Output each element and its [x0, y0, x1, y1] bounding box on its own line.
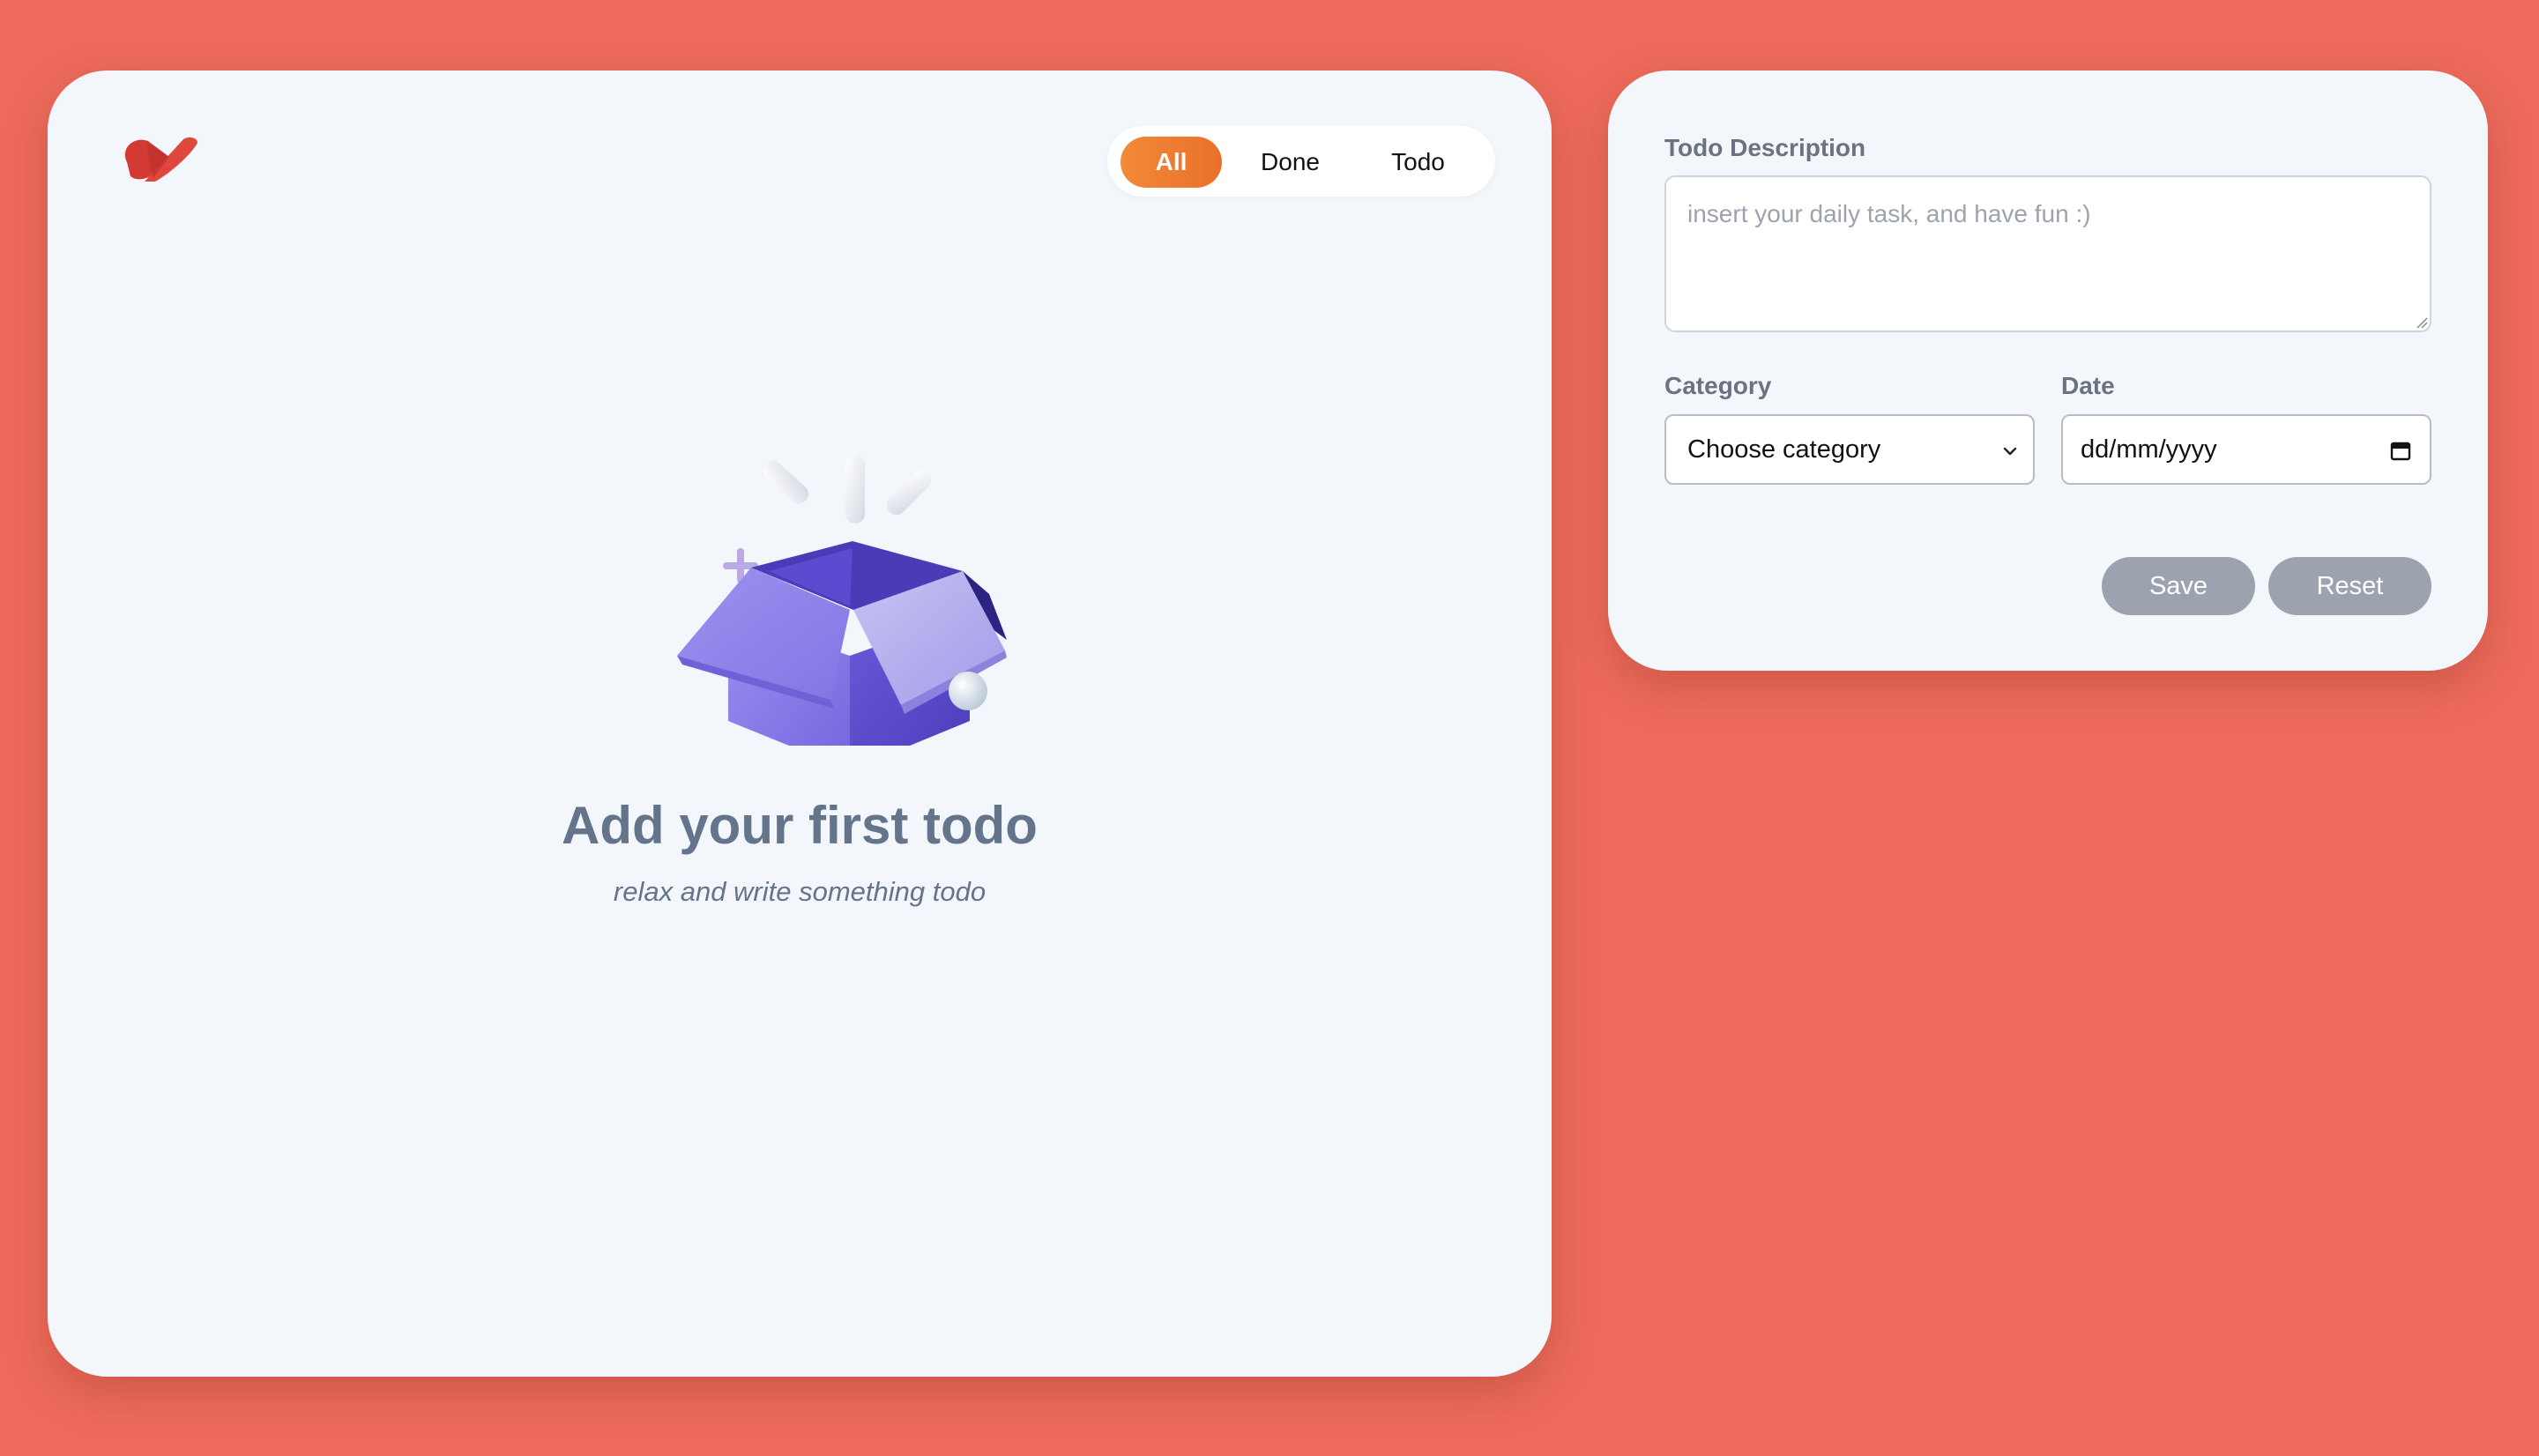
date-label: Date — [2061, 372, 2115, 399]
filter-tabs: All Done Todo — [1107, 126, 1495, 197]
description-input[interactable] — [1664, 175, 2431, 332]
category-select[interactable]: Choose category — [1664, 414, 2035, 485]
tab-all[interactable]: All — [1121, 137, 1222, 188]
category-selected-value: Choose category — [1687, 435, 1881, 464]
chevron-down-icon — [2003, 447, 2017, 456]
resize-grip-icon[interactable] — [2416, 316, 2428, 329]
empty-state-subtitle: relax and write something todo — [613, 876, 987, 907]
date-input[interactable]: dd/mm/yyyy — [2061, 414, 2431, 485]
tab-todo[interactable]: Todo — [1367, 137, 1469, 188]
save-button[interactable]: Save — [2102, 557, 2255, 615]
date-value: dd/mm/yyyy — [2081, 435, 2217, 464]
category-label: Category — [1664, 372, 1772, 399]
todo-form-panel: Todo Description Category Date Choose ca… — [1608, 71, 2488, 671]
calendar-icon[interactable] — [2389, 439, 2412, 462]
description-label: Todo Description — [1664, 134, 1866, 161]
app-logo — [115, 127, 203, 189]
open-box-illustration — [619, 375, 1024, 770]
tab-done[interactable]: Done — [1240, 137, 1341, 188]
todo-list-panel: All Done Todo Add your first todo relax … — [48, 71, 1552, 1377]
reset-button[interactable]: Reset — [2268, 557, 2431, 615]
empty-state-title: Add your first todo — [562, 796, 1038, 855]
